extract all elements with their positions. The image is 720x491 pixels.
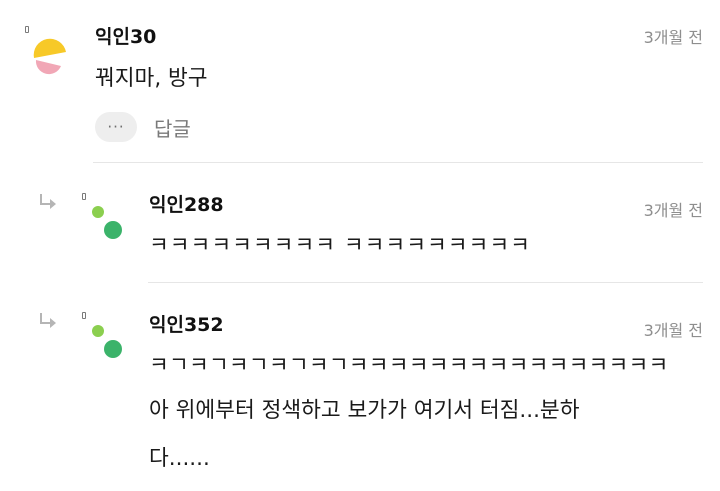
more-options-button[interactable]: ··· (95, 112, 137, 142)
comment-body-line: 다...... (149, 446, 210, 471)
comment-body-line: 아 위에부터 정색하고 보가가 여기서 터짐...분하 (149, 398, 580, 423)
avatar (92, 206, 122, 239)
comment-timestamp: 3개월 전 (643, 201, 703, 220)
comment-timestamp: 3개월 전 (643, 321, 703, 340)
avatar (33, 38, 66, 75)
badge-marker-icon (82, 312, 86, 319)
comment-username[interactable]: 익인30 (95, 22, 156, 49)
badge-marker-icon (25, 26, 29, 33)
comment-username[interactable]: 익인352 (149, 310, 224, 337)
avatar-dot-large (104, 221, 122, 239)
comment-username[interactable]: 익인288 (149, 190, 224, 217)
divider (148, 282, 703, 283)
avatar-shape-primary (33, 38, 66, 58)
reply-comment-item: 익인352 3개월 전 ㅋㄱㅋㄱㅋㄱㅋㄱㅋㄱㅋㅋㅋㅋㅋㅋㅋㅋㅋㅋㅋㅋㅋㅋㅋㅋ 아… (0, 285, 720, 491)
avatar-dot-small (92, 325, 104, 337)
avatar-dot-small (92, 206, 104, 218)
reply-arrow-icon (40, 194, 56, 209)
reply-comment-item: 익인288 3개월 전 ㅋㅋㅋㅋㅋㅋㅋㅋㅋ ㅋㅋㅋㅋㅋㅋㅋㅋㅋ (0, 165, 720, 285)
avatar-dot-large (104, 340, 122, 358)
reply-button[interactable]: 답글 (154, 113, 191, 142)
avatar (92, 325, 122, 358)
badge-marker-icon (82, 193, 86, 200)
comment-body-line: ㅋㄱㅋㄱㅋㄱㅋㄱㅋㄱㅋㅋㅋㅋㅋㅋㅋㅋㅋㅋㅋㅋㅋㅋㅋㅋ (149, 353, 669, 378)
reply-arrow-icon (40, 313, 56, 328)
comment-item: 익인30 3개월 전 꿔지마, 방구 ··· 답글 (0, 0, 720, 165)
divider (93, 162, 703, 163)
comment-timestamp: 3개월 전 (643, 28, 703, 47)
avatar-shape-secondary (35, 60, 61, 75)
comment-body-line: 꿔지마, 방구 (95, 66, 208, 91)
comment-body-line: ㅋㅋㅋㅋㅋㅋㅋㅋㅋ ㅋㅋㅋㅋㅋㅋㅋㅋㅋ (149, 233, 531, 258)
